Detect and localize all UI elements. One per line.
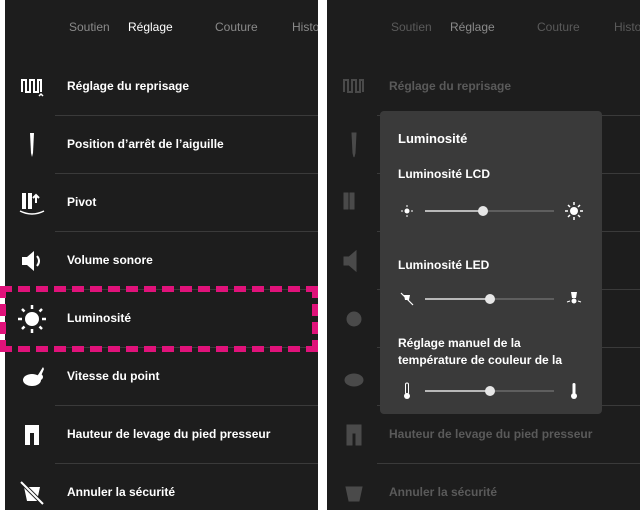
rabbit-icon xyxy=(17,362,47,392)
menu-label: Vitesse du point xyxy=(67,369,160,383)
color-temp-slider[interactable] xyxy=(398,379,584,403)
slider-fill xyxy=(425,298,490,300)
tab-soutien: Soutien xyxy=(391,20,432,34)
menu-label: Annuler la sécurité xyxy=(67,485,176,499)
popup-title: Luminosité xyxy=(398,131,468,146)
color-temp-label-2: température de couleur de la xyxy=(398,353,563,367)
settings-panel-left: Soutien Réglage Couture Histo Réglage du… xyxy=(5,0,318,510)
tab-soutien[interactable]: Soutien xyxy=(69,20,110,34)
menu-label: Pivot xyxy=(67,195,97,209)
slider-track xyxy=(425,206,554,216)
darning-icon xyxy=(339,72,369,102)
speaker-icon xyxy=(17,246,47,276)
menu-item-darning[interactable]: Réglage du reprisage xyxy=(5,58,318,116)
menu-item-volume[interactable]: Volume sonore xyxy=(5,232,318,290)
menu-item-presser-foot-height: Hauteur de levage du pied presseur xyxy=(327,406,640,464)
menu-label: Réglage du reprisage xyxy=(389,79,512,93)
sun-small-icon xyxy=(398,201,416,221)
tab-historique[interactable]: Histo xyxy=(292,20,318,34)
menu-label: Volume sonore xyxy=(67,253,153,267)
tab-bar: Soutien Réglage Couture Histo xyxy=(5,0,318,58)
thermometer-warm-icon xyxy=(564,381,584,401)
menu-label: Réglage du reprisage xyxy=(67,79,190,93)
menu-label: Hauteur de levage du pied presseur xyxy=(389,427,593,441)
menu-label: Hauteur de levage du pied presseur xyxy=(67,427,271,441)
needle-icon xyxy=(339,130,369,160)
menu-item-darning: Réglage du reprisage xyxy=(327,58,640,116)
menu-item-needle-stop[interactable]: Position d’arrêt de l’aiguille xyxy=(5,116,318,174)
speaker-icon xyxy=(339,246,369,276)
led-brightness-label: Luminosité LED xyxy=(398,258,490,272)
tab-historique: Histo xyxy=(614,20,640,34)
lcd-brightness-label: Luminosité LCD xyxy=(398,167,490,181)
security-off-icon xyxy=(339,478,369,508)
slider-track xyxy=(425,386,554,396)
slider-fill xyxy=(425,210,484,212)
menu-label: Annuler la sécurité xyxy=(389,485,498,499)
menu-item-stitch-speed[interactable]: Vitesse du point xyxy=(5,348,318,406)
lamp-off-icon xyxy=(398,289,416,309)
slider-knob[interactable] xyxy=(484,386,495,396)
tab-reglage[interactable]: Réglage xyxy=(128,20,173,34)
highlight-frame xyxy=(0,286,318,352)
presser-foot-icon xyxy=(339,420,369,450)
tab-bar: Soutien Réglage Couture Histo xyxy=(327,0,640,58)
led-brightness-slider[interactable] xyxy=(398,287,584,311)
rabbit-icon xyxy=(339,362,369,392)
slider-knob[interactable] xyxy=(484,294,495,304)
settings-panel-right: Soutien Réglage Couture Histo Réglage du… xyxy=(327,0,640,510)
brightness-icon xyxy=(339,304,369,334)
tab-reglage: Réglage xyxy=(450,20,495,34)
menu-label: Position d’arrêt de l’aiguille xyxy=(67,137,224,151)
lamp-on-icon xyxy=(564,289,584,309)
lcd-brightness-slider[interactable] xyxy=(398,199,584,223)
color-temp-label-1: Réglage manuel de la xyxy=(398,336,521,350)
tab-couture[interactable]: Couture xyxy=(215,20,258,34)
slider-knob[interactable] xyxy=(478,206,489,216)
slider-track xyxy=(425,294,554,304)
slider-fill xyxy=(425,390,490,392)
pivot-icon xyxy=(17,188,47,218)
darning-icon xyxy=(17,72,47,102)
menu-item-cancel-security: Annuler la sécurité xyxy=(327,464,640,510)
needle-icon xyxy=(17,130,47,160)
thermometer-cold-icon xyxy=(398,381,416,401)
menu-item-pivot[interactable]: Pivot xyxy=(5,174,318,232)
security-off-icon xyxy=(17,478,47,508)
brightness-popup: Luminosité Luminosité LCD Luminosité LED… xyxy=(380,111,602,414)
presser-foot-icon xyxy=(17,420,47,450)
sun-large-icon xyxy=(564,201,584,221)
tab-couture: Couture xyxy=(537,20,580,34)
menu-item-cancel-security[interactable]: Annuler la sécurité xyxy=(5,464,318,510)
menu-item-presser-foot-height[interactable]: Hauteur de levage du pied presseur xyxy=(5,406,318,464)
pivot-icon xyxy=(339,188,369,218)
